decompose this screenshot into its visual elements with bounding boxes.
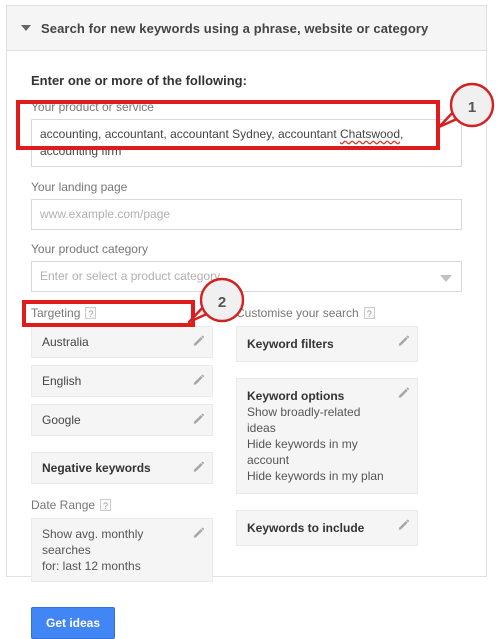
date-range-label: Date Range	[31, 498, 96, 512]
screenshot-root: Search for new keywords using a phrase, …	[0, 0, 500, 639]
field-landing-page: Your landing page www.example.com/page	[31, 180, 462, 230]
help-icon-targeting[interactable]: ?	[85, 307, 97, 319]
column-gap	[213, 306, 236, 589]
keyword-filters-card[interactable]: Keyword filters	[236, 326, 418, 362]
keywords-to-include-card[interactable]: Keywords to include	[236, 510, 418, 546]
keyword-text-part-1: accounting, accountant, accountant Sydne…	[40, 127, 340, 141]
keyword-option-item: Show broadly-related ideas	[247, 405, 361, 435]
pencil-icon[interactable]	[397, 387, 410, 400]
targeting-item-label: Australia	[42, 335, 89, 349]
keyword-option-item: Hide keywords in my account	[247, 437, 358, 467]
date-range-label-row: Date Range ?	[31, 498, 213, 512]
help-icon-customise[interactable]: ?	[363, 307, 375, 319]
options-columns: Targeting ? Australia English Google Neg…	[31, 306, 462, 589]
targeting-item-label: Google	[42, 413, 81, 427]
targeting-label-row: Targeting ?	[31, 306, 213, 320]
customise-spacer	[236, 369, 418, 378]
targeting-label: Targeting	[31, 306, 81, 320]
targeting-item-negative-keywords[interactable]: Negative keywords	[31, 452, 213, 484]
form-heading: Enter one or more of the following:	[31, 73, 247, 88]
date-range-line-2: for: last 12 months	[42, 559, 141, 573]
field-product-or-service: Your product or service accounting, acco…	[31, 100, 462, 167]
landing-page-label: Your landing page	[31, 180, 128, 194]
product-category-label: Your product category	[31, 242, 148, 256]
pencil-icon[interactable]	[192, 335, 205, 348]
panel-header[interactable]: Search for new keywords using a phrase, …	[7, 6, 486, 51]
targeting-item-country[interactable]: Australia	[31, 326, 213, 358]
targeting-item-label: English	[42, 374, 82, 388]
annotation-callout-2: 2	[187, 274, 249, 330]
product-or-service-input[interactable]: accounting, accountant, accountant Sydne…	[31, 119, 462, 167]
pencil-icon[interactable]	[192, 461, 205, 474]
customise-spacer-2	[236, 501, 418, 510]
keyword-filters-title: Keyword filters	[247, 337, 334, 351]
pencil-icon[interactable]	[192, 374, 205, 387]
date-range-line-1: Show avg. monthly searches	[42, 527, 144, 557]
product-or-service-label: Your product or service	[31, 100, 154, 114]
targeting-column: Targeting ? Australia English Google Neg…	[31, 306, 213, 589]
customise-column: Customise your search ? Keyword filters …	[236, 306, 418, 589]
keyword-option-item: Hide keywords in my plan	[247, 469, 384, 483]
panel-header-title: Search for new keywords using a phrase, …	[41, 20, 429, 36]
pencil-icon[interactable]	[397, 519, 410, 532]
date-range-card[interactable]: Show avg. monthly searches for: last 12 …	[31, 518, 213, 582]
keywords-to-include-title: Keywords to include	[247, 521, 365, 535]
action-row: Get ideas	[7, 589, 486, 639]
pencil-icon[interactable]	[397, 335, 410, 348]
annotation-callout-1-number: 1	[467, 98, 477, 116]
keyword-options-card[interactable]: Keyword options Show broadly-related ide…	[236, 378, 418, 494]
get-ideas-button[interactable]: Get ideas	[31, 607, 116, 639]
pencil-icon[interactable]	[192, 413, 205, 426]
landing-page-input[interactable]: www.example.com/page	[31, 199, 462, 230]
targeting-spacer	[31, 443, 213, 452]
help-icon-date-range[interactable]: ?	[100, 499, 112, 511]
dropdown-caret-icon[interactable]	[440, 274, 452, 282]
keyword-options-title: Keyword options	[247, 389, 345, 403]
customise-label-row: Customise your search ?	[236, 306, 418, 320]
customise-label: Customise your search	[236, 306, 359, 320]
misspelled-word: Chatswood	[339, 127, 401, 141]
triangle-down-icon[interactable]	[21, 25, 31, 31]
targeting-item-network[interactable]: Google	[31, 404, 213, 436]
targeting-item-label: Negative keywords	[42, 461, 151, 475]
targeting-item-language[interactable]: English	[31, 365, 213, 397]
annotation-callout-2-number: 2	[217, 293, 227, 311]
annotation-callout-1: 1	[437, 79, 499, 135]
pencil-icon[interactable]	[192, 527, 205, 540]
